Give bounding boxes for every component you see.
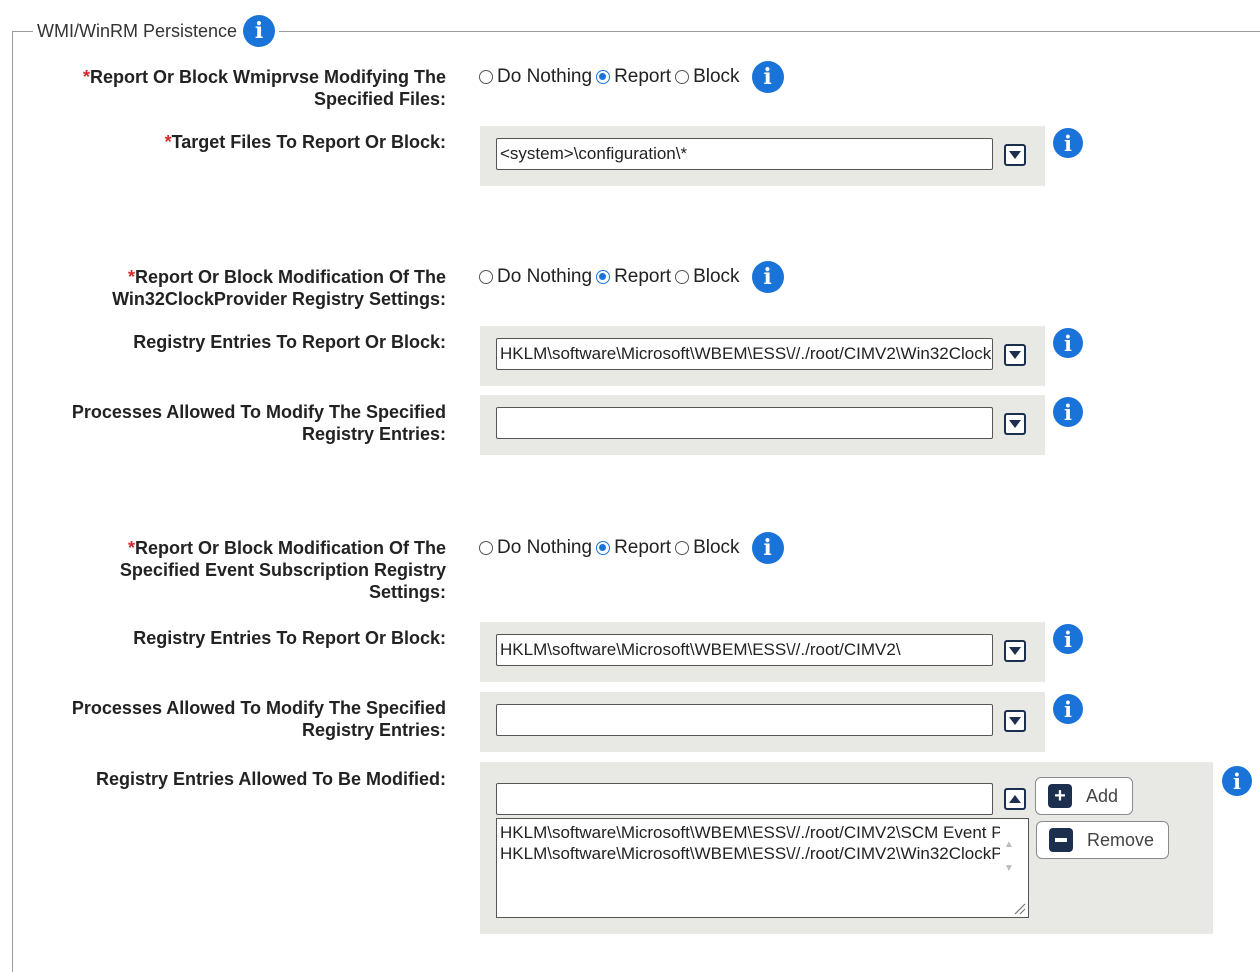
radio-block[interactable]: Block [675,66,740,88]
info-icon[interactable]: i [1053,624,1083,654]
dropdown-button[interactable] [1004,344,1026,366]
radio-report[interactable]: Report [596,66,671,88]
processes-allowed-panel: i [480,395,1083,455]
info-icon[interactable]: i [751,532,784,564]
required-marker: * [164,132,172,152]
chevron-down-icon [1009,151,1021,159]
section-3-radio-group: Do Nothing Report Block i [479,532,784,564]
list-item[interactable]: HKLM\software\Microsoft\WBEM\ESS\//./roo… [500,843,1000,864]
radio-button[interactable] [479,70,493,84]
info-icon[interactable]: i [1053,128,1083,158]
registry-entries-panel: HKLM\software\Microsoft\WBEM\ESS\//./roo… [480,326,1083,386]
scrollbar[interactable]: ▲ ▼ [1002,833,1016,881]
registry-entries-input[interactable]: HKLM\software\Microsoft\WBEM\ESS\//./roo… [496,634,993,666]
section-3-label: *Report Or Block Modification Of The Spe… [119,538,446,602]
registry-allowed-listbox[interactable]: HKLM\software\Microsoft\WBEM\ESS\//./roo… [496,818,1029,918]
required-marker: * [127,538,135,558]
radio-button-checked[interactable] [596,70,611,84]
info-icon[interactable]: i [1053,328,1083,358]
target-files-input[interactable]: <system>\configuration\* [496,138,993,170]
processes-allowed-label: Processes Allowed To Modify The Specifie… [71,698,446,740]
target-files-label: *Target Files To Report Or Block: [164,132,446,152]
processes-allowed-input[interactable] [496,704,993,736]
resize-grip-icon[interactable] [1012,901,1026,915]
dropdown-button[interactable] [1004,710,1026,732]
plus-icon: + [1048,784,1072,808]
radio-button[interactable] [479,270,493,284]
registry-entries-input[interactable]: HKLM\software\Microsoft\WBEM\ESS\//./roo… [496,338,993,370]
list-item[interactable]: HKLM\software\Microsoft\WBEM\ESS\//./roo… [500,822,1000,843]
radio-report[interactable]: Report [596,266,671,288]
add-button[interactable]: + Add [1035,777,1134,815]
radio-block[interactable]: Block [675,537,740,559]
radio-button[interactable] [675,270,690,284]
info-icon[interactable]: i [243,15,276,47]
chevron-down-icon [1009,717,1021,725]
section-2-radio-group: Do Nothing Report Block i [479,261,784,293]
section-1-radio-group: Do Nothing Report Block i [479,61,784,93]
fieldset-legend: WMI/WinRM Persistence i [33,15,280,47]
radio-do-nothing[interactable]: Do Nothing [479,66,592,88]
fieldset-title: WMI/WinRM Persistence [37,20,238,41]
registry-allowed-panel: HKLM\software\Microsoft\WBEM\ESS\//./roo… [480,762,1252,934]
registry-allowed-label: Registry Entries Allowed To Be Modified: [95,769,446,789]
required-marker: * [82,67,90,87]
info-icon[interactable]: i [1053,694,1083,724]
chevron-down-icon [1009,351,1021,359]
target-files-panel: <system>\configuration\* i [480,126,1083,186]
radio-button[interactable] [675,541,690,555]
registry-entries-label: Registry Entries To Report Or Block: [133,628,446,648]
info-icon[interactable]: i [1053,397,1083,427]
radio-report[interactable]: Report [596,537,671,559]
dropdown-button[interactable] [1004,640,1026,662]
radio-button-checked[interactable] [596,270,611,284]
registry-allowed-input[interactable] [496,783,993,815]
radio-do-nothing[interactable]: Do Nothing [479,537,592,559]
required-marker: * [127,267,135,287]
info-icon[interactable]: i [751,61,784,93]
info-icon[interactable]: i [1222,766,1252,796]
section-2-label: *Report Or Block Modification Of The Win… [112,267,446,309]
processes-allowed-label: Processes Allowed To Modify The Specifie… [71,402,446,444]
registry-entries-panel: HKLM\software\Microsoft\WBEM\ESS\//./roo… [480,622,1083,682]
radio-button-checked[interactable] [596,541,611,555]
minus-icon [1049,828,1073,852]
dropdown-button[interactable] [1004,413,1026,435]
processes-allowed-panel: i [480,692,1083,752]
chevron-down-icon [1009,420,1021,428]
registry-entries-label: Registry Entries To Report Or Block: [133,332,446,352]
chevron-up-icon [1009,795,1021,803]
processes-allowed-input[interactable] [496,407,993,439]
chevron-down-icon [1009,647,1021,655]
remove-button[interactable]: Remove [1036,821,1170,859]
collapse-button[interactable] [1004,788,1026,810]
radio-button[interactable] [479,541,493,555]
radio-button[interactable] [675,70,690,84]
info-icon[interactable]: i [751,261,784,293]
section-1-label: *Report Or Block Wmiprvse Modifying The … [82,67,446,109]
radio-do-nothing[interactable]: Do Nothing [479,266,592,288]
dropdown-button[interactable] [1004,144,1026,166]
radio-block[interactable]: Block [675,266,740,288]
